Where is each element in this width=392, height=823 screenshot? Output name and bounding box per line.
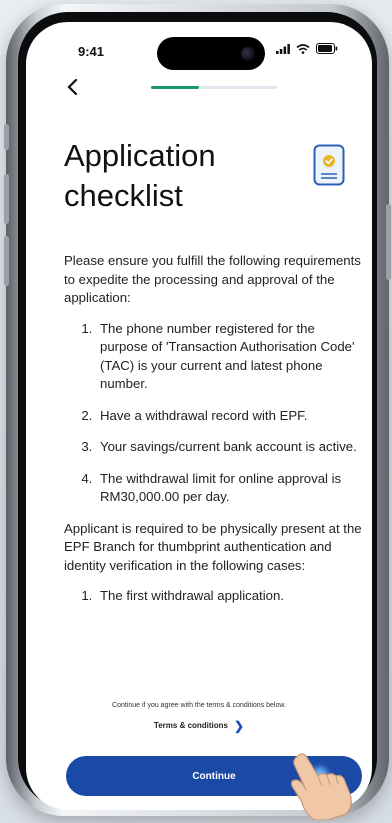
requirement-item: Have a withdrawal record with EPF.	[96, 407, 362, 426]
requirements-list: The phone number registered for the purp…	[64, 320, 362, 507]
back-chevron-icon[interactable]	[66, 78, 78, 100]
volume-down-button	[4, 236, 9, 286]
step-progress-fill	[151, 86, 199, 89]
requirement-item: Your savings/current bank account is act…	[96, 438, 362, 457]
intro-text: Please ensure you fulfill the following …	[64, 253, 361, 305]
page-title-line-1: Application	[64, 138, 216, 173]
requirement-item: The phone number registered for the purp…	[96, 320, 362, 394]
signal-icon	[276, 43, 290, 54]
power-button	[386, 204, 391, 280]
pointing-hand-icon	[290, 753, 352, 820]
camera-icon	[241, 47, 255, 61]
dynamic-island	[157, 37, 265, 70]
volume-up-button	[4, 174, 9, 224]
case-item: The first withdrawal application.	[96, 587, 362, 606]
step-progress-bar	[151, 86, 277, 89]
consent-text: Continue if you agree with the terms & c…	[112, 702, 286, 709]
terms-link[interactable]: Terms & conditions ❯	[26, 719, 372, 733]
app-screen: 9:41 Application checklist Please ensure…	[26, 22, 372, 810]
requirement-item: The withdrawal limit for online approval…	[96, 470, 362, 507]
phone-frame: 9:41 Application checklist Please ensure…	[4, 4, 391, 816]
battery-icon	[316, 43, 338, 54]
checklist-content: Please ensure you fulfill the following …	[64, 252, 362, 619]
status-time: 9:41	[78, 44, 105, 59]
status-icons	[276, 43, 338, 54]
wifi-icon	[296, 43, 310, 54]
physical-presence-note: Applicant is required to be physically p…	[64, 520, 362, 573]
action-button	[4, 124, 9, 150]
page-title-line-2: checklist	[64, 178, 183, 213]
page-title: Application checklist	[64, 136, 284, 216]
terms-label[interactable]: Terms & conditions	[154, 721, 228, 730]
cases-list: The first withdrawal application.	[64, 587, 362, 606]
document-check-icon	[313, 144, 345, 186]
chevron-right-icon[interactable]: ❯	[234, 719, 244, 733]
